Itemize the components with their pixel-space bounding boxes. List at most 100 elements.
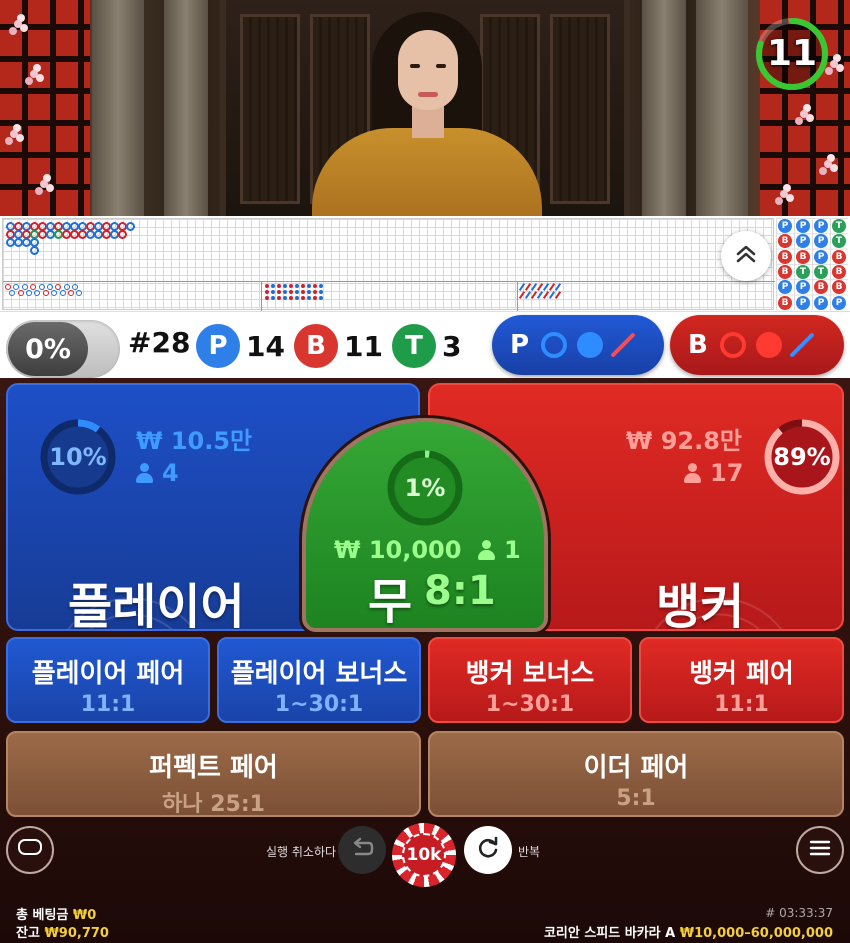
tie-wins: T 3 — [392, 324, 461, 368]
big-eye-ring — [13, 284, 20, 290]
game-id: # 03:33:37 — [765, 906, 833, 920]
banker-badge: B — [294, 324, 338, 368]
roadmap-panel[interactable]: PBBBPBPPBTPPPPPTBPTTBBBP — [0, 216, 850, 312]
person-icon — [136, 463, 153, 483]
small-road-dot — [319, 284, 323, 288]
bead-B: B — [778, 249, 792, 264]
player-percent-ring: 10% — [36, 415, 120, 499]
menu-button[interactable] — [796, 826, 844, 874]
perfect-pair-odds: 하나 25:1 — [162, 792, 265, 817]
balance-value: ₩90,770 — [44, 926, 109, 941]
repeat-icon — [475, 835, 501, 865]
player-bonus-label: 플레이어 보너스 — [230, 659, 408, 689]
big-eye-ring — [76, 290, 83, 296]
small-road-dot — [277, 296, 281, 300]
player-pair-odds: 11:1 — [80, 692, 136, 717]
small-road-dot-icon — [755, 332, 782, 358]
chat-icon — [17, 838, 43, 862]
player-percent: 10% — [49, 443, 107, 471]
tie-label: 무 — [368, 574, 413, 630]
left-pillar — [92, 0, 144, 216]
small-road-dot — [289, 296, 293, 300]
small-road-dot — [265, 296, 269, 300]
undo-button[interactable] — [338, 826, 386, 874]
small-road-dot — [265, 290, 269, 294]
small-road-dot — [271, 284, 275, 288]
player-bonus-bet[interactable]: 플레이어 보너스 1~30:1 — [217, 637, 421, 723]
small-road-dot — [301, 290, 305, 294]
expand-roadmap-button[interactable] — [721, 231, 771, 281]
big-eye-ring — [42, 290, 49, 296]
small-road-dot — [313, 284, 317, 288]
table-limits: ₩10,000–60,000,000 — [679, 926, 833, 941]
small-road-dot — [295, 296, 299, 300]
small-road-dot — [295, 290, 299, 294]
big-eye-ring — [55, 284, 62, 290]
player-bettor-count-value: 4 — [162, 459, 179, 487]
chip-selector[interactable]: 10k — [392, 823, 456, 887]
banker-bonus-odds: 1~30:1 — [485, 692, 575, 717]
banker-pair-odds: 11:1 — [714, 692, 769, 717]
perfect-pair-bet[interactable]: 퍼펙트 페어 하나 25:1 — [6, 731, 421, 817]
banker-ask-label: B — [688, 330, 708, 360]
road-ring — [118, 230, 127, 239]
big-eye-ring — [17, 290, 24, 296]
bead-P: P — [814, 219, 828, 233]
small-road-dot — [301, 284, 305, 288]
small-road-dot — [307, 290, 311, 294]
big-road-grid — [2, 218, 775, 311]
road-ring — [126, 222, 135, 231]
bead-B: B — [832, 280, 846, 295]
person-icon — [478, 540, 495, 560]
small-road-dot — [313, 296, 317, 300]
big-eye-ring — [26, 290, 32, 296]
small-road-dot — [289, 290, 293, 294]
banker-win-count: 11 — [344, 329, 383, 363]
right-pillar — [696, 0, 748, 216]
big-eye-ring — [21, 284, 28, 290]
baccarat-game: 11 PBBBPBPPBTPPPPPTBPTTBBBP 0% #28 P 14 — [0, 0, 850, 943]
either-pair-label: 이더 페어 — [583, 753, 689, 783]
big-eye-ring — [63, 284, 70, 290]
bead-P: P — [796, 219, 810, 233]
small-road-dot — [271, 290, 275, 294]
percent-toggle[interactable]: 0% — [6, 320, 120, 378]
chat-button[interactable] — [6, 826, 54, 874]
big-eye-ring — [68, 290, 74, 296]
bead-B: B — [778, 295, 792, 310]
perfect-pair-label: 퍼펙트 페어 — [149, 753, 278, 783]
small-road-dot — [271, 296, 275, 300]
player-badge: P — [196, 324, 240, 368]
bead-P: P — [814, 249, 828, 264]
banker-bonus-bet[interactable]: 뱅커 보너스 1~30:1 — [428, 637, 632, 723]
bead-P: P — [778, 219, 792, 233]
either-pair-bet[interactable]: 이더 페어 5:1 — [428, 731, 844, 817]
big-eye-ring — [59, 290, 66, 296]
small-road-dot — [289, 284, 293, 288]
cockroach-slash — [554, 291, 562, 299]
banker-pair-bet[interactable]: 뱅커 페어 11:1 — [639, 637, 844, 723]
bead-plate: PBBBPBPPBTPPPPPTBPTTBBBP — [776, 218, 848, 310]
undo-icon — [350, 837, 374, 863]
table-info: 코리안 스피드 바카라 A ₩10,000–60,000,000 — [544, 922, 833, 941]
small-road-dot — [307, 284, 311, 288]
small-road-dot — [319, 290, 323, 294]
banker-percent: 89% — [773, 443, 831, 471]
big-eye-ring — [51, 290, 58, 296]
road-ring — [30, 246, 39, 255]
small-road-dot — [283, 290, 287, 294]
tie-badge: T — [392, 324, 436, 368]
table-name: 코리안 스피드 바카라 A — [543, 926, 676, 941]
timer-seconds: 11 — [766, 33, 818, 74]
player-ask-button[interactable]: P — [492, 315, 664, 375]
bead-B: B — [814, 280, 828, 295]
small-road-dot — [319, 296, 323, 300]
banker-ask-button[interactable]: B — [670, 315, 844, 375]
bead-B: B — [778, 264, 792, 279]
repeat-button[interactable] — [464, 826, 512, 874]
player-pair-bet[interactable]: 플레이어 페어 11:1 — [6, 637, 210, 723]
small-road-dot — [277, 284, 281, 288]
bead-T: T — [796, 264, 810, 279]
player-bonus-odds: 1~30:1 — [274, 692, 364, 717]
player-total-amount: ₩ 10.5만 — [136, 427, 253, 455]
